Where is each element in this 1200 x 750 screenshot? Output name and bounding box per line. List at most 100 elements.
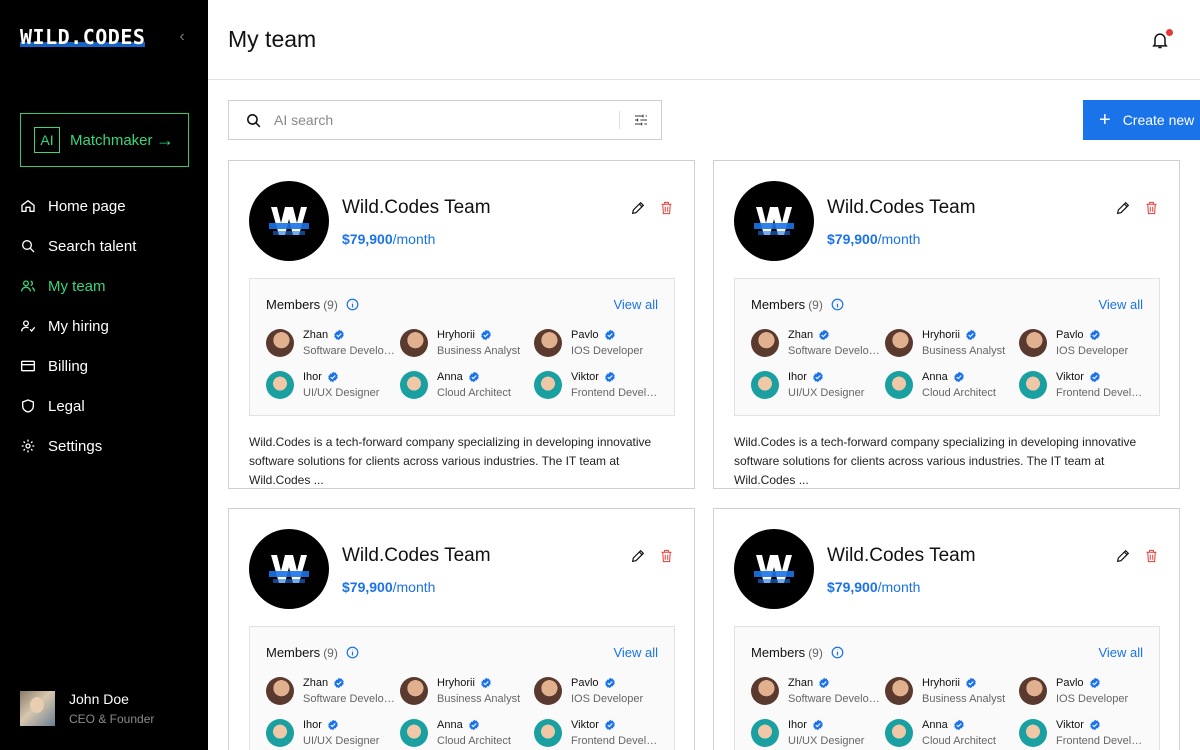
avatar xyxy=(20,691,55,726)
filter-button[interactable] xyxy=(633,112,649,128)
member-item[interactable]: Zhan Software Developer xyxy=(266,676,400,705)
edit-button[interactable] xyxy=(630,548,648,566)
member-item[interactable]: Hryhorii Business Analyst xyxy=(400,328,534,357)
member-item[interactable]: Zhan Software Developer xyxy=(751,676,885,705)
team-card[interactable]: Wild.Codes Team $79,900/month Members (9… xyxy=(713,160,1180,489)
sliders-icon xyxy=(635,114,647,126)
edit-button[interactable] xyxy=(630,200,648,218)
member-item[interactable]: Viktor Frontend Developer xyxy=(1019,718,1151,747)
chevron-left-icon[interactable]: ‹ xyxy=(174,28,190,46)
price-amount: $79,900 xyxy=(827,231,878,247)
team-title[interactable]: Wild.Codes Team xyxy=(827,545,976,567)
members-label: Members xyxy=(751,645,806,660)
member-item[interactable]: Anna Cloud Architect xyxy=(885,718,1019,747)
team-card[interactable]: Wild.Codes Team $79,900/month Members (9… xyxy=(713,508,1180,750)
sidebar-item-home[interactable]: Home page xyxy=(20,186,188,226)
sidebar-item-my-hiring[interactable]: My hiring xyxy=(20,306,188,346)
notifications-button[interactable] xyxy=(1150,29,1173,50)
sidebar-item-legal[interactable]: Legal xyxy=(20,386,188,426)
member-role: Software Developer xyxy=(788,692,880,705)
info-icon[interactable] xyxy=(346,646,359,659)
member-item[interactable]: Ihor UI/UX Designer xyxy=(266,370,400,399)
trash-icon xyxy=(1146,201,1157,215)
view-all-link[interactable]: View all xyxy=(1098,297,1143,312)
sidebar-item-billing[interactable]: Billing xyxy=(20,346,188,386)
member-name: Viktor xyxy=(571,370,599,383)
verified-icon xyxy=(1089,719,1101,731)
pencil-icon xyxy=(1116,549,1130,563)
member-name-row: Pavlo xyxy=(571,677,663,689)
team-logo xyxy=(734,529,814,609)
user-profile[interactable]: John Doe CEO & Founder xyxy=(20,691,154,726)
info-icon[interactable] xyxy=(831,298,844,311)
member-item[interactable]: Ihor UI/UX Designer xyxy=(266,718,400,747)
member-item[interactable]: Zhan Software Developer xyxy=(751,328,885,357)
view-all-link[interactable]: View all xyxy=(1098,645,1143,660)
member-item[interactable]: Pavlo IOS Developer xyxy=(1019,676,1151,705)
delete-button[interactable] xyxy=(1144,200,1160,218)
member-name-row: Ihor xyxy=(303,371,395,383)
sidebar-item-search-talent[interactable]: Search talent xyxy=(20,226,188,266)
member-item[interactable]: Anna Cloud Architect xyxy=(885,370,1019,399)
verified-icon xyxy=(468,719,480,731)
member-item[interactable]: Ihor UI/UX Designer xyxy=(751,370,885,399)
member-item[interactable]: Viktor Frontend Developer xyxy=(1019,370,1151,399)
member-name-row: Zhan xyxy=(788,677,880,689)
delete-button[interactable] xyxy=(1144,548,1160,566)
team-logo xyxy=(734,181,814,261)
member-avatar xyxy=(885,718,913,747)
member-name-row: Viktor xyxy=(1056,719,1148,731)
member-name: Viktor xyxy=(571,718,599,731)
create-new-button[interactable]: + Create new xyxy=(1083,100,1200,140)
team-title[interactable]: Wild.Codes Team xyxy=(827,197,976,219)
member-item[interactable]: Pavlo IOS Developer xyxy=(1019,328,1151,357)
members-count: (9) xyxy=(808,297,823,312)
edit-button[interactable] xyxy=(1115,200,1133,218)
edit-button[interactable] xyxy=(1115,548,1133,566)
delete-button[interactable] xyxy=(659,200,675,218)
member-item[interactable]: Anna Cloud Architect xyxy=(400,370,534,399)
pencil-icon xyxy=(1116,201,1130,215)
member-item[interactable]: Pavlo IOS Developer xyxy=(534,676,666,705)
view-all-link[interactable]: View all xyxy=(613,645,658,660)
member-item[interactable]: Hryhorii Business Analyst xyxy=(885,676,1019,705)
info-icon[interactable] xyxy=(346,298,359,311)
members-panel: Members (9) View all Zhan Software Devel… xyxy=(249,278,675,416)
member-item[interactable]: Ihor UI/UX Designer xyxy=(751,718,885,747)
sidebar-item-label: My team xyxy=(48,277,106,295)
member-name-row: Viktor xyxy=(571,371,663,383)
team-title[interactable]: Wild.Codes Team xyxy=(342,545,491,567)
member-name-row: Ihor xyxy=(788,371,880,383)
team-title[interactable]: Wild.Codes Team xyxy=(342,197,491,219)
member-item[interactable]: Viktor Frontend Developer xyxy=(534,718,666,747)
info-icon[interactable] xyxy=(831,646,844,659)
matchmaker-button[interactable]: AI Matchmaker → xyxy=(20,113,189,167)
sidebar-item-settings[interactable]: Settings xyxy=(20,426,188,466)
member-name-row: Pavlo xyxy=(1056,677,1148,689)
member-item[interactable]: Anna Cloud Architect xyxy=(400,718,534,747)
members-label: Members xyxy=(266,645,321,660)
view-all-link[interactable]: View all xyxy=(613,297,658,312)
team-card[interactable]: Wild.Codes Team $79,900/month Members (9… xyxy=(228,508,695,750)
member-name: Pavlo xyxy=(1056,328,1084,341)
member-item[interactable]: Hryhorii Business Analyst xyxy=(885,328,1019,357)
member-role: Software Developer xyxy=(303,344,395,357)
ai-search-input[interactable] xyxy=(274,112,619,128)
member-name: Hryhorii xyxy=(922,328,960,341)
member-role: UI/UX Designer xyxy=(303,386,380,399)
member-avatar xyxy=(1019,718,1047,747)
members-header: Members (9) xyxy=(751,297,844,312)
user-check-icon xyxy=(21,320,36,332)
member-item[interactable]: Pavlo IOS Developer xyxy=(534,328,666,357)
search-icon xyxy=(247,113,261,127)
members-label: Members xyxy=(266,297,321,312)
create-new-label: Create new xyxy=(1122,112,1195,128)
logo[interactable]: WILD.CODES xyxy=(20,26,146,48)
team-card[interactable]: Wild.Codes Team $79,900/month Members (9… xyxy=(228,160,695,489)
member-item[interactable]: Viktor Frontend Developer xyxy=(534,370,666,399)
delete-button[interactable] xyxy=(659,548,675,566)
member-item[interactable]: Hryhorii Business Analyst xyxy=(400,676,534,705)
sidebar-item-my-team[interactable]: My team xyxy=(20,266,188,306)
member-item[interactable]: Zhan Software Developer xyxy=(266,328,400,357)
member-name-row: Anna xyxy=(437,719,529,731)
